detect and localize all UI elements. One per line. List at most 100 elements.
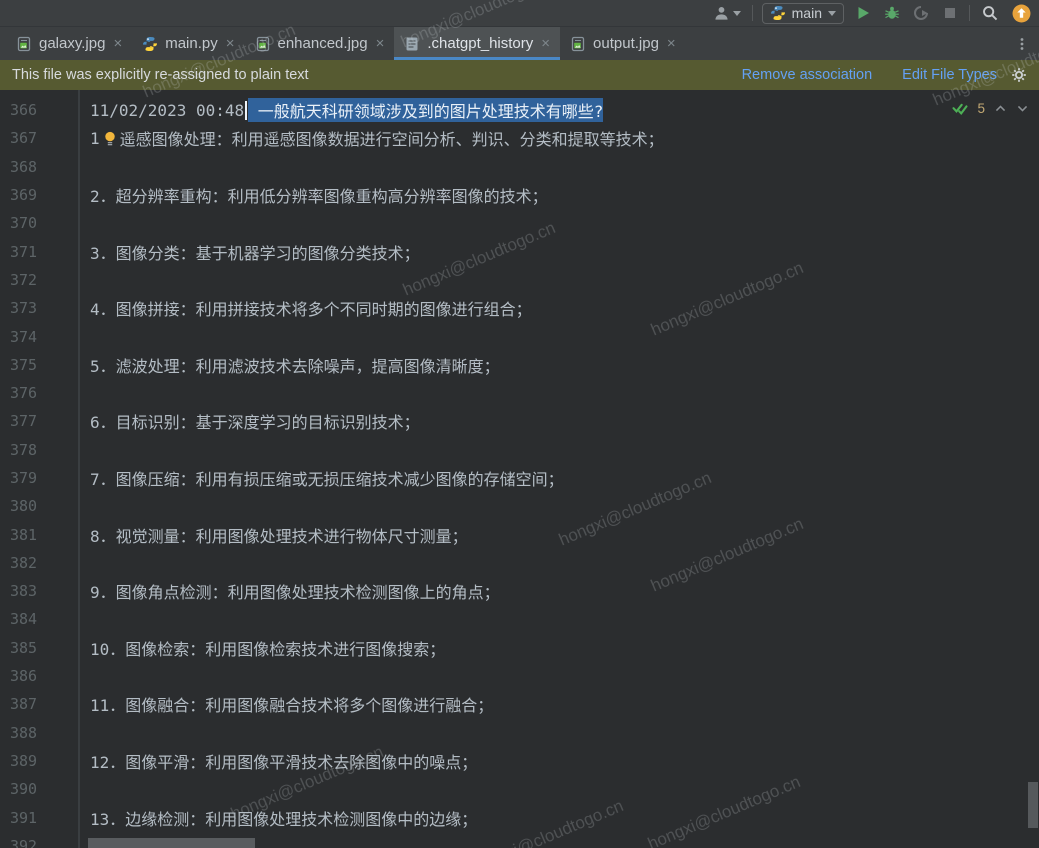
- line-text: 11．图像融合：利用图像融合技术将多个图像进行融合；: [90, 692, 493, 716]
- python-icon: [770, 5, 786, 21]
- inspections-count: 5: [977, 101, 985, 116]
- line-number: 386: [0, 667, 78, 685]
- line-number: 380: [0, 497, 78, 515]
- code-line[interactable]: 391 13．边缘检测：利用图像处理技术检测图像中的边缘；: [0, 803, 1039, 831]
- code-line[interactable]: 381 8．视觉测量：利用图像处理技术进行物体尺寸测量；: [0, 520, 1039, 548]
- line-number: 388: [0, 724, 78, 742]
- image-file-icon: [570, 36, 586, 52]
- intention-bulb-icon[interactable]: [103, 131, 117, 147]
- toolbar-divider: [752, 5, 753, 21]
- line-text: 6．目标识别：基于深度学习的目标识别技术；: [90, 409, 420, 433]
- line-number: 392: [0, 837, 78, 848]
- code-line[interactable]: 38912．图像平滑：利用图像平滑技术去除图像中的噪点；: [0, 747, 1039, 775]
- code-line[interactable]: 3713．图像分类：基于机器学习的图像分类技术；: [0, 237, 1039, 265]
- tab-galaxy-jpg[interactable]: galaxy.jpg ×: [6, 27, 132, 60]
- code-line[interactable]: 390: [0, 775, 1039, 803]
- tab-chatgpt-history[interactable]: .chatgpt_history ×: [394, 27, 560, 60]
- bug-icon: [884, 5, 900, 21]
- tab-output-jpg[interactable]: output.jpg ×: [560, 27, 686, 60]
- search-everywhere-button[interactable]: [979, 3, 1001, 23]
- tab-close-icon[interactable]: ×: [226, 36, 235, 51]
- line-number: 391: [0, 809, 78, 827]
- editor-lines: 36611/02/2023 00:48 一般航天科研领域涉及到的图片处理技术有哪…: [0, 90, 1039, 848]
- user-account-button[interactable]: [711, 4, 743, 23]
- editor[interactable]: 36611/02/2023 00:48 一般航天科研领域涉及到的图片处理技术有哪…: [0, 90, 1039, 848]
- tab-main-py[interactable]: main.py ×: [132, 27, 244, 60]
- line-number: 384: [0, 610, 78, 628]
- code-line[interactable]: 3671遥感图像处理：利用遥感图像数据进行空间分析、判识、分类和提取等技术；: [0, 124, 1039, 152]
- line-number: 385: [0, 639, 78, 657]
- chevron-up-icon[interactable]: [994, 102, 1007, 115]
- main-toolbar: main: [0, 0, 1039, 26]
- partial-line-highlight: [88, 838, 255, 848]
- run-config-selector[interactable]: main: [762, 3, 844, 24]
- tab-close-icon[interactable]: ×: [376, 36, 385, 51]
- edit-file-types-link[interactable]: Edit File Types: [902, 67, 997, 83]
- line-number: 375: [0, 356, 78, 374]
- vertical-scrollbar-thumb[interactable]: [1028, 782, 1038, 828]
- code-line[interactable]: 368: [0, 153, 1039, 181]
- user-icon: [713, 5, 730, 22]
- code-line[interactable]: 36611/02/2023 00:48 一般航天科研领域涉及到的图片处理技术有哪…: [0, 96, 1039, 124]
- tab-label: output.jpg: [593, 35, 659, 52]
- line-number: 370: [0, 214, 78, 232]
- line-number: 390: [0, 780, 78, 798]
- selected-text: 一般航天科研领域涉及到的图片处理技术有哪些?: [248, 98, 603, 122]
- code-line[interactable]: 386: [0, 662, 1039, 690]
- line-number: 369: [0, 186, 78, 204]
- stop-button[interactable]: [940, 4, 960, 22]
- code-line[interactable]: 378: [0, 436, 1039, 464]
- code-line[interactable]: 3734．图像拼接：利用拼接技术将多个不同时期的图像进行组合；: [0, 294, 1039, 322]
- chevron-down-icon: [733, 11, 741, 20]
- tab-close-icon[interactable]: ×: [667, 36, 676, 51]
- line-number: 381: [0, 526, 78, 544]
- code-line[interactable]: 3797．图像压缩：利用有损压缩或无损压缩技术减少图像的存储空间；: [0, 464, 1039, 492]
- code-line[interactable]: 375 5．滤波处理：利用滤波技术去除噪声，提高图像清晰度；: [0, 351, 1039, 379]
- line-text: 13．边缘检测：利用图像处理技术检测图像中的边缘；: [90, 806, 477, 830]
- code-line[interactable]: 3839．图像角点检测：利用图像处理技术检测图像上的角点；: [0, 577, 1039, 605]
- tab-options-button[interactable]: [1005, 27, 1039, 60]
- line-text: 8．视觉测量：利用图像处理技术进行物体尺寸测量；: [90, 523, 468, 547]
- code-line[interactable]: 369 2．超分辨率重构：利用低分辨率图像重构高分辨率图像的技术；: [0, 181, 1039, 209]
- line-number: 376: [0, 384, 78, 402]
- run-button[interactable]: [853, 4, 873, 22]
- text-file-icon: [404, 36, 420, 52]
- code-line[interactable]: 38711．图像融合：利用图像融合技术将多个图像进行融合；: [0, 690, 1039, 718]
- stop-icon: [942, 5, 958, 21]
- code-line[interactable]: 374: [0, 322, 1039, 350]
- code-line[interactable]: 376: [0, 379, 1039, 407]
- tab-close-icon[interactable]: ×: [113, 36, 122, 51]
- profiler-icon: [913, 5, 929, 21]
- line-text: 2．超分辨率重构：利用低分辨率图像重构高分辨率图像的技术；: [90, 183, 548, 207]
- code-line[interactable]: 3776．目标识别：基于深度学习的目标识别技术；: [0, 407, 1039, 435]
- code-line[interactable]: 388: [0, 719, 1039, 747]
- update-notification-button[interactable]: [1010, 3, 1033, 24]
- debug-button[interactable]: [882, 4, 902, 22]
- code-line[interactable]: 372: [0, 266, 1039, 294]
- line-number: 379: [0, 469, 78, 487]
- image-file-icon: [255, 36, 271, 52]
- code-line[interactable]: 38510．图像检索：利用图像检索技术进行图像搜索；: [0, 634, 1039, 662]
- chevron-down-icon: [828, 11, 836, 20]
- code-line[interactable]: 380: [0, 492, 1039, 520]
- tab-label: .chatgpt_history: [427, 35, 533, 52]
- tab-label: main.py: [165, 35, 218, 52]
- banner-settings-button[interactable]: [1011, 67, 1027, 83]
- code-line[interactable]: 384: [0, 605, 1039, 633]
- remove-association-link[interactable]: Remove association: [742, 67, 873, 83]
- code-line[interactable]: 382: [0, 549, 1039, 577]
- tab-enhanced-jpg[interactable]: enhanced.jpg ×: [245, 27, 395, 60]
- line-text: 5．滤波处理：利用滤波技术去除噪声，提高图像清晰度；: [90, 353, 500, 377]
- editor-tabs: galaxy.jpg × main.py × enhanced.jpg × .c…: [0, 26, 1039, 60]
- line-number: 389: [0, 752, 78, 770]
- text-caret: [245, 101, 247, 120]
- code-line[interactable]: 370: [0, 209, 1039, 237]
- tabbar-spacer: [686, 27, 1005, 60]
- line-text: 11/02/2023 00:48 一般航天科研领域涉及到的图片处理技术有哪些?: [90, 98, 603, 122]
- gear-icon: [1011, 67, 1027, 83]
- tab-close-icon[interactable]: ×: [541, 36, 550, 51]
- inspections-widget[interactable]: 5: [952, 100, 1029, 116]
- line-number: 383: [0, 582, 78, 600]
- chevron-down-icon[interactable]: [1016, 102, 1029, 115]
- profiler-button[interactable]: [911, 4, 931, 22]
